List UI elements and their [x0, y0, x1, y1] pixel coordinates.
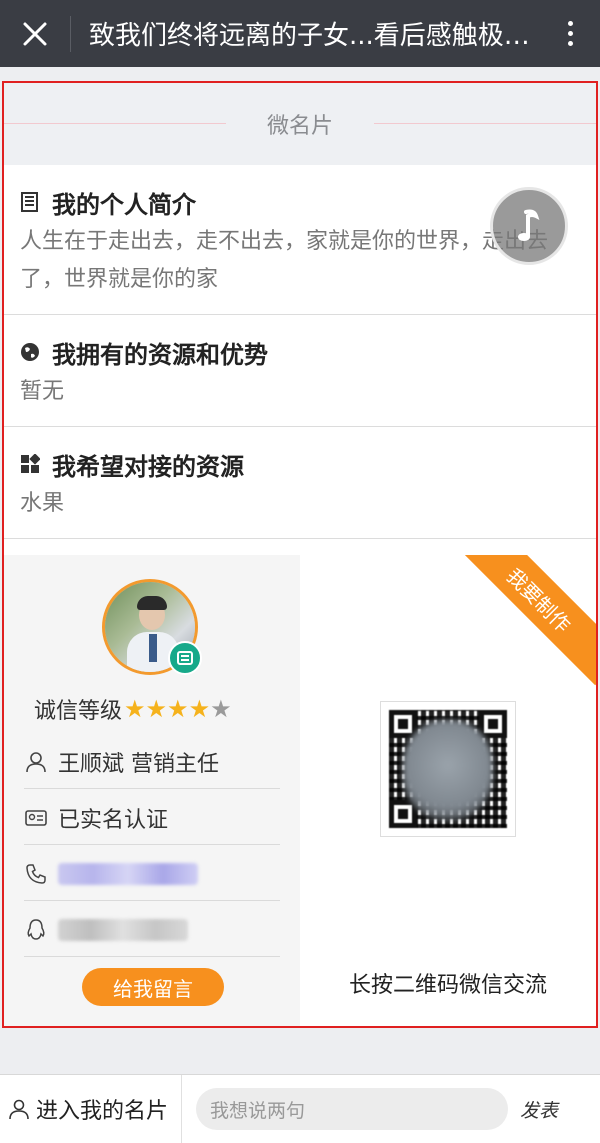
qr-caption: 长按二维码微信交流 [348, 973, 547, 998]
close-icon [23, 22, 47, 45]
verified-row: 已实名认证 [24, 791, 280, 845]
wechat-qr-code[interactable] [380, 701, 516, 837]
grid-icon [20, 454, 40, 474]
more-dot-icon [567, 21, 573, 26]
person-icon [24, 750, 48, 774]
wanted-section: 我希望对接的资源 水果 [4, 427, 596, 539]
more-menu-button[interactable] [540, 0, 600, 67]
globe-icon [20, 342, 40, 362]
phone-icon [24, 862, 48, 886]
close-button[interactable] [0, 0, 70, 67]
enter-my-card-button[interactable]: 进入我的名片 [0, 1075, 182, 1143]
verified-text: 已实名认证 [58, 807, 169, 833]
wanted-heading: 我希望对接的资源 [52, 452, 244, 481]
qq-row[interactable] [24, 903, 280, 957]
more-dot-icon [567, 41, 573, 46]
document-icon [20, 192, 40, 212]
header-line-left [4, 123, 226, 124]
rating-stars: ★ ★ ★ ★ ★ [124, 697, 232, 721]
credit-label: 诚信等级 [34, 699, 123, 724]
half-star-icon: ★ [210, 695, 232, 723]
name-row: 王顺斌 营销主任 [24, 735, 280, 789]
resources-heading: 我拥有的资源和优势 [52, 340, 268, 369]
enter-my-card-label: 进入我的名片 [36, 1099, 169, 1124]
star-icon: ★ [188, 695, 211, 723]
floating-music-button[interactable] [490, 187, 568, 265]
section-header: 微名片 [4, 83, 596, 165]
person-icon [8, 1098, 30, 1120]
header-line-right [374, 123, 596, 124]
more-dot-icon [567, 31, 573, 36]
resources-section: 我拥有的资源和优势 暂无 [4, 315, 596, 427]
phone-row[interactable] [24, 847, 280, 901]
top-bar: 致我们终将远离的子女...看后感触极深！ [0, 0, 600, 67]
star-icon: ★ [145, 695, 168, 723]
section-title: 微名片 [266, 114, 333, 139]
send-button[interactable]: 发表 [520, 1096, 558, 1123]
qr-panel: 我要制作 长按二维码微信交流 [300, 555, 596, 1026]
credit-rating: 诚信等级 ★ ★ ★ ★ ★ [34, 693, 232, 725]
music-note-icon [518, 209, 540, 241]
wanted-text: 水果 [20, 491, 65, 516]
verified-badge-icon [168, 641, 202, 675]
id-card-icon [24, 806, 48, 830]
qq-number-redacted [58, 918, 188, 941]
micro-business-card: 微名片 我的个人简介 人生在于走出去，走不出去，家就是你的世界，走出去了，世界就… [2, 81, 598, 1028]
star-icon: ★ [124, 695, 146, 723]
bottom-bar: 进入我的名片 我想说两句 发表 [0, 1074, 600, 1143]
name-title: 王顺斌 营销主任 [58, 751, 219, 777]
intro-heading: 我的个人简介 [52, 190, 196, 219]
contact-area: 诚信等级 ★ ★ ★ ★ ★ 王顺斌 营销主任 已实名认证 给我留言 我要制作 … [4, 555, 596, 1026]
page-title: 致我们终将远离的子女...看后感触极深！ [89, 21, 540, 51]
profile-panel: 诚信等级 ★ ★ ★ ★ ★ 王顺斌 营销主任 已实名认证 给我留言 [4, 555, 300, 1026]
make-card-ribbon[interactable]: 我要制作 [453, 555, 596, 686]
resources-text: 暂无 [20, 379, 65, 404]
phone-number-redacted [58, 862, 198, 885]
qq-icon [24, 918, 48, 942]
star-icon: ★ [167, 695, 189, 723]
comment-input[interactable]: 我想说两句 [196, 1088, 508, 1130]
leave-message-button[interactable]: 给我留言 [82, 968, 224, 1006]
